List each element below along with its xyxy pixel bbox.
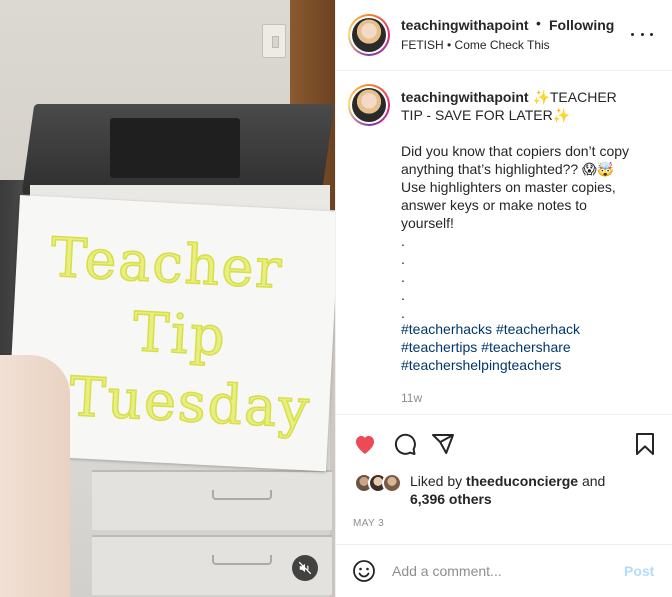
hashtag-link[interactable]: #teacherhack <box>496 321 580 337</box>
caption-username[interactable]: teachingwithapoint <box>401 89 529 105</box>
caption-timestamp[interactable]: 11w <box>401 391 422 405</box>
mute-button[interactable] <box>292 555 318 581</box>
likes-summary: Liked by theeduconcierge and 6,396 others <box>410 472 650 508</box>
likes-conj: and <box>578 473 606 489</box>
more-options-button[interactable] <box>631 26 653 42</box>
action-bar: Liked by theeduconcierge and 6,396 others… <box>336 414 672 544</box>
share-button[interactable] <box>430 431 456 457</box>
separator-dot: • <box>536 15 541 31</box>
avatar <box>382 473 402 493</box>
copier-scanner <box>110 118 240 178</box>
username-link[interactable]: teachingwithapoint <box>401 17 529 33</box>
save-button[interactable] <box>632 431 658 457</box>
hashtag-link[interactable]: #teacherhacks <box>401 321 492 337</box>
comment-button[interactable] <box>392 431 418 457</box>
sign-line: Tip <box>131 299 230 368</box>
bookmark-icon <box>636 433 654 455</box>
light-switch <box>262 24 286 58</box>
hand <box>0 355 70 597</box>
hashtag-link[interactable]: #teachershare <box>481 339 571 355</box>
hashtag-link[interactable]: #teachershelpingteachers <box>401 357 561 373</box>
emoji-button[interactable] <box>352 559 376 583</box>
liked-by-user-link[interactable]: theeduconcierge <box>466 473 578 489</box>
muted-speaker-icon <box>298 561 312 575</box>
avatar[interactable] <box>348 14 390 56</box>
emoji-smile-icon <box>353 560 375 582</box>
post-date[interactable]: MAY 3 <box>353 518 384 529</box>
comment-icon <box>394 433 416 455</box>
caption-section: teachingwithapoint ✨TEACHER TIP - SAVE F… <box>336 72 672 414</box>
sign-line: Teacher <box>48 225 285 302</box>
likes-prefix: Liked by <box>410 473 467 489</box>
hashtags: #teacherhacks #teacherhack #teachertips … <box>401 320 636 374</box>
sign-line: Tuesday <box>67 364 313 441</box>
hashtag-link[interactable]: #teachertips <box>401 339 477 355</box>
following-button[interactable]: Following <box>549 17 614 33</box>
avatar[interactable] <box>348 84 390 126</box>
post-media-video[interactable]: Teacher Tip Tuesday <box>0 0 335 597</box>
copier-drawer <box>92 470 332 530</box>
post-header: teachingwithapoint • Following FETISH • … <box>336 0 672 71</box>
caption-text: teachingwithapoint ✨TEACHER TIP - SAVE F… <box>401 88 636 322</box>
post-comment-button[interactable]: Post <box>624 563 654 579</box>
likes-others-link[interactable]: 6,396 others <box>410 491 492 507</box>
audio-link[interactable]: FETISH • Come Check This <box>401 38 550 52</box>
share-icon <box>432 434 454 454</box>
like-button[interactable] <box>352 431 378 457</box>
heart-filled-icon <box>356 436 374 454</box>
caption-body: Did you know that copiers don’t copy any… <box>401 143 630 321</box>
comment-bar: Post <box>336 544 672 597</box>
more-horizontal-icon <box>631 32 634 36</box>
comment-input[interactable] <box>392 561 612 581</box>
post-details-panel: teachingwithapoint • Following FETISH • … <box>335 0 672 597</box>
